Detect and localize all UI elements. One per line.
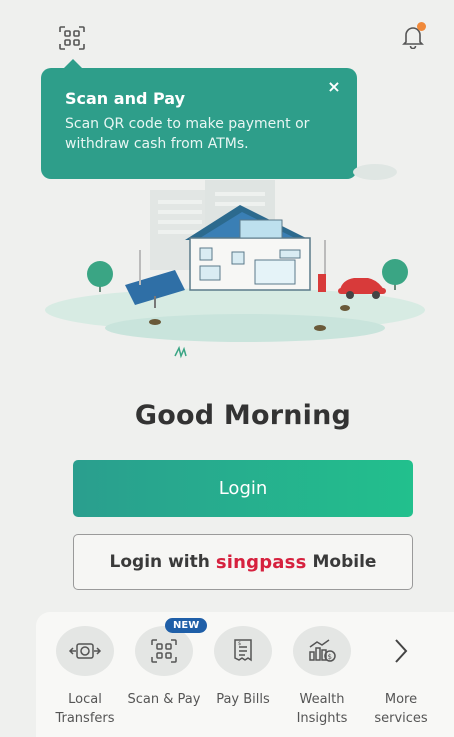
money-transfer-icon [56, 626, 114, 676]
new-badge: NEW [165, 618, 208, 633]
singpass-prefix: Login with [109, 552, 210, 572]
quick-action-wealth-insights[interactable]: $ Wealth Insights [283, 626, 361, 734]
quick-action-label: Local Transfers [55, 692, 115, 726]
svg-text:$: $ [328, 653, 332, 661]
singpass-login-button[interactable]: Login with singpass Mobile [73, 534, 413, 590]
login-button-label: Login [218, 478, 268, 499]
bill-icon: $ [214, 626, 272, 676]
notification-bell-icon[interactable] [398, 22, 428, 52]
hero-illustration [40, 160, 440, 370]
chevron-right-icon [372, 626, 430, 676]
singpass-suffix: Mobile [312, 552, 377, 572]
login-button[interactable]: Login [73, 460, 413, 517]
svg-text:$: $ [238, 641, 241, 647]
tooltip-title: Scan and Pay [65, 89, 186, 108]
quick-action-label: Wealth Insights [296, 692, 348, 726]
close-icon[interactable]: × [325, 78, 343, 96]
quick-action-local-transfers[interactable]: Local Transfers [46, 626, 124, 734]
qr-scan-icon: NEW [135, 618, 208, 676]
tooltip-text: Scan QR code to make payment or withdraw… [65, 116, 310, 152]
quick-action-pay-bills[interactable]: $ Pay Bills [204, 626, 282, 734]
quick-action-more-services[interactable]: More services [362, 626, 440, 734]
notification-dot [417, 22, 426, 31]
quick-action-scan-and-pay[interactable]: NEW Scan & Pay [125, 618, 208, 734]
greeting-title: Good Morning [134, 400, 352, 431]
singpass-logo: singpass [215, 551, 307, 573]
quick-actions-bar: Local Transfers NEW Scan & Pay $ Pay Bil… [36, 612, 454, 737]
quick-action-label: Pay Bills [216, 692, 270, 707]
chart-icon: $ [293, 626, 351, 676]
quick-action-label: Scan & Pay [127, 692, 201, 707]
qr-scan-icon[interactable] [56, 24, 88, 52]
quick-action-label: More services [374, 692, 428, 726]
